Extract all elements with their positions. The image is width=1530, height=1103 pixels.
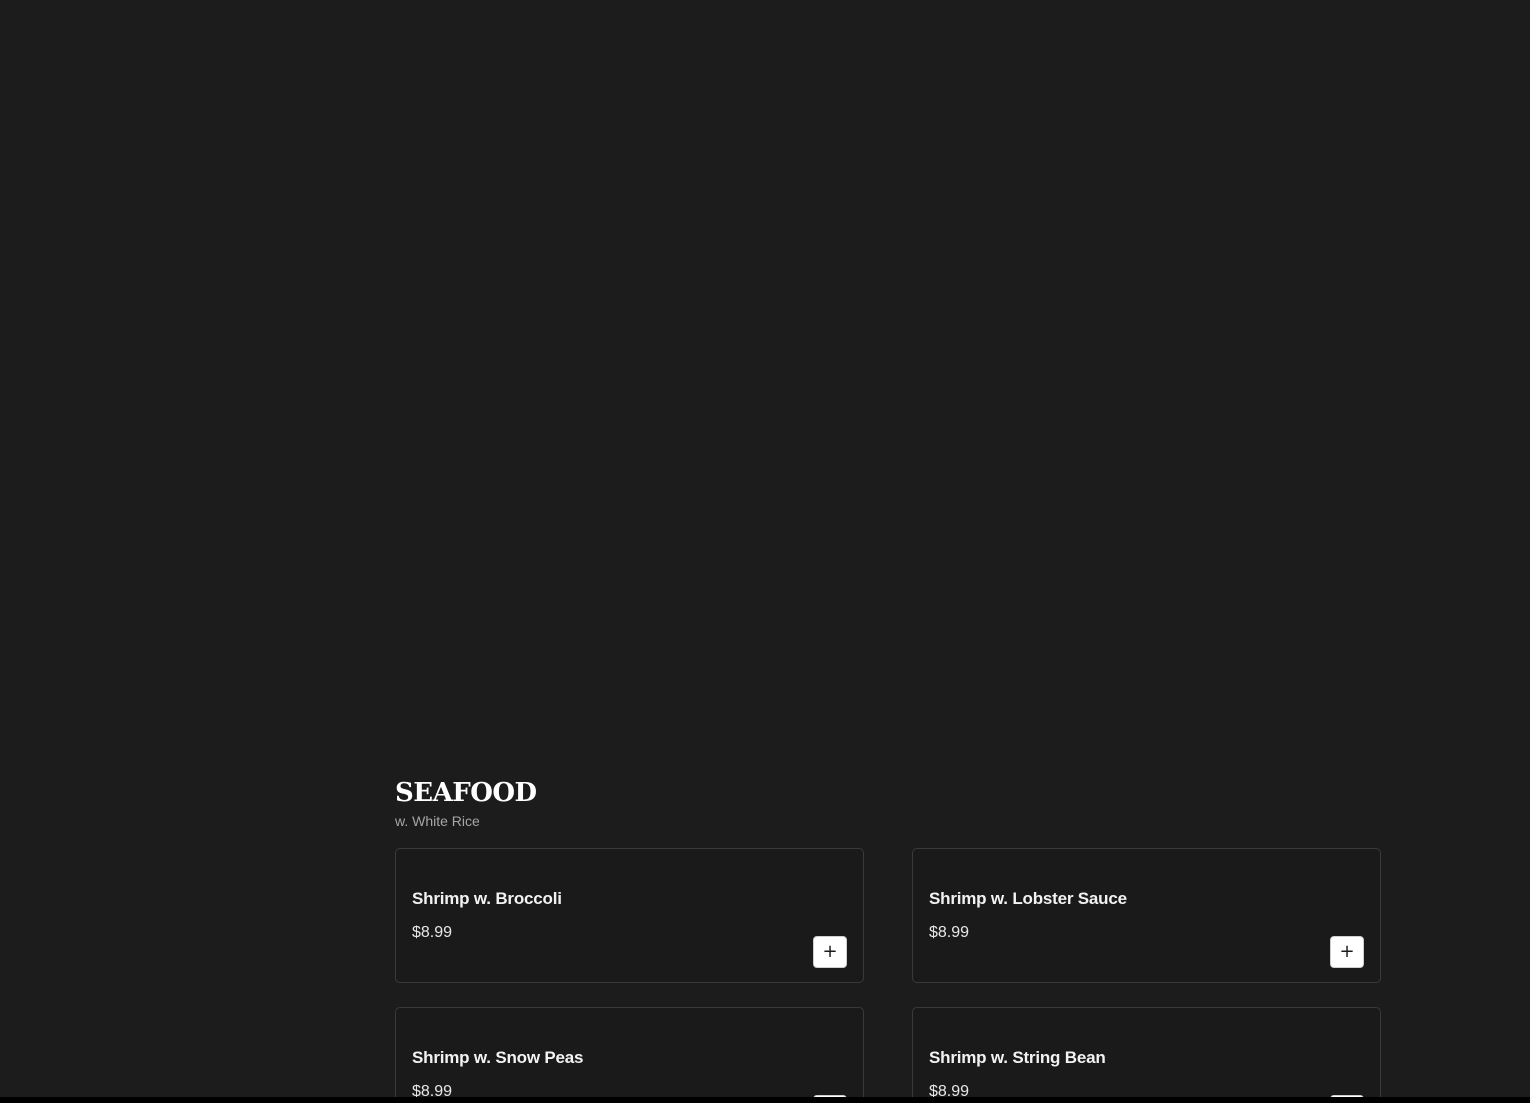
menu-item-name: Shrimp w. Broccoli bbox=[412, 889, 562, 908]
menu-item-name: Shrimp w. String Bean bbox=[929, 1048, 1106, 1067]
bottom-edge-bar bbox=[0, 1097, 1530, 1103]
menu-items-grid: Shrimp w. Broccoli $8.99 + Shrimp w. Lob… bbox=[395, 848, 1381, 1103]
seafood-section: SEAFOOD w. White Rice Shrimp w. Broccoli… bbox=[395, 778, 1381, 1103]
menu-item-price: $8.99 bbox=[412, 924, 453, 941]
add-item-button[interactable]: + bbox=[1330, 936, 1364, 968]
menu-item-price: $8.99 bbox=[929, 924, 970, 941]
menu-page: SEAFOOD w. White Rice Shrimp w. Broccoli… bbox=[0, 0, 1530, 1103]
menu-item-card[interactable]: Shrimp w. Broccoli $8.99 + bbox=[395, 848, 864, 983]
section-title: SEAFOOD bbox=[395, 778, 537, 808]
menu-item-name: Shrimp w. Lobster Sauce bbox=[929, 889, 1127, 908]
menu-item-card[interactable]: Shrimp w. String Bean $8.99 + bbox=[912, 1007, 1381, 1103]
menu-item-card[interactable]: Shrimp w. Lobster Sauce $8.99 + bbox=[912, 848, 1381, 983]
plus-icon: + bbox=[1339, 941, 1355, 962]
menu-item-card[interactable]: Shrimp w. Snow Peas $8.99 + bbox=[395, 1007, 864, 1103]
section-subtitle: w. White Rice bbox=[395, 813, 480, 829]
menu-item-name: Shrimp w. Snow Peas bbox=[412, 1048, 584, 1067]
plus-icon: + bbox=[822, 941, 838, 962]
add-item-button[interactable]: + bbox=[813, 936, 847, 968]
